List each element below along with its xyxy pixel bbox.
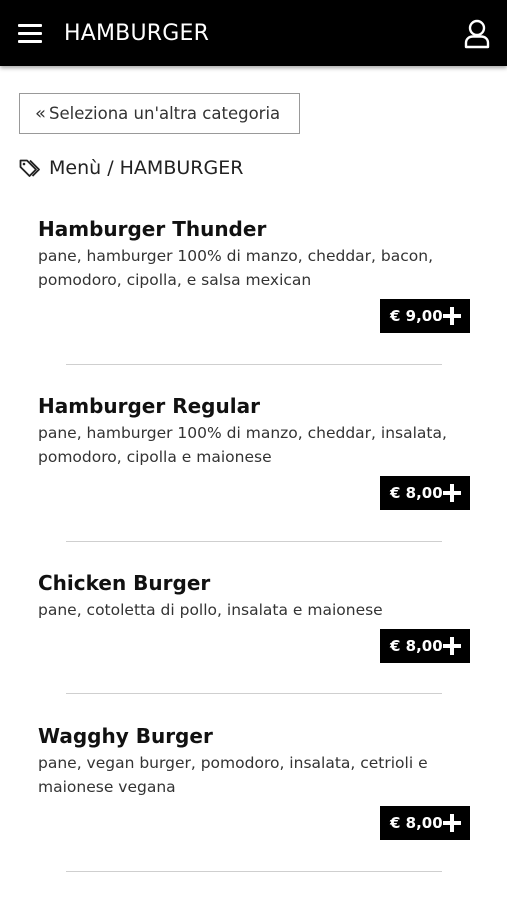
item-name: Hamburger Regular [38,394,260,418]
menu-item: Hamburger Thunder pane, hamburger 100% d… [38,216,478,292]
plus-icon [443,814,461,832]
hamburger-menu-icon[interactable] [18,22,42,44]
item-price: € 8,00 [390,814,443,832]
double-chevron-left-icon: « [35,103,47,124]
divider [66,364,442,365]
item-name: Wagghy Burger [38,724,213,748]
divider [66,871,442,872]
add-to-cart-button[interactable]: € 8,00 [380,629,470,663]
plus-icon [443,484,461,502]
item-price: € 8,00 [390,637,443,655]
user-icon[interactable] [462,18,492,50]
divider [66,541,442,542]
plus-icon [443,637,461,655]
add-to-cart-button[interactable]: € 8,00 [380,806,470,840]
menu-item: Wagghy Burger pane, vegan burger, pomodo… [38,723,478,799]
item-description: pane, hamburger 100% di manzo, cheddar, … [38,424,447,466]
item-price: € 8,00 [390,484,443,502]
item-description: pane, hamburger 100% di manzo, cheddar, … [38,247,433,289]
menu-item: Chicken Burger pane, cotoletta di pollo,… [38,570,478,622]
top-bar: HAMBURGER [0,0,507,66]
item-price: € 9,00 [390,307,443,325]
plus-icon [443,307,461,325]
select-other-category-button[interactable]: «Seleziona un'altra categoria [19,93,300,134]
page-title: HAMBURGER [64,21,210,46]
breadcrumb-text: Menù / HAMBURGER [49,157,244,179]
add-to-cart-button[interactable]: € 8,00 [380,476,470,510]
item-name: Chicken Burger [38,571,211,595]
tags-icon [19,159,40,177]
divider [66,693,442,694]
item-name: Hamburger Thunder [38,217,267,241]
item-description: pane, cotoletta di pollo, insalata e mai… [38,601,383,619]
breadcrumb: Menù / HAMBURGER [19,155,243,181]
item-description: pane, vegan burger, pomodoro, insalata, … [38,754,428,796]
back-button-label: Seleziona un'altra categoria [49,104,281,123]
add-to-cart-button[interactable]: € 9,00 [380,299,470,333]
menu-item: Hamburger Regular pane, hamburger 100% d… [38,393,478,469]
